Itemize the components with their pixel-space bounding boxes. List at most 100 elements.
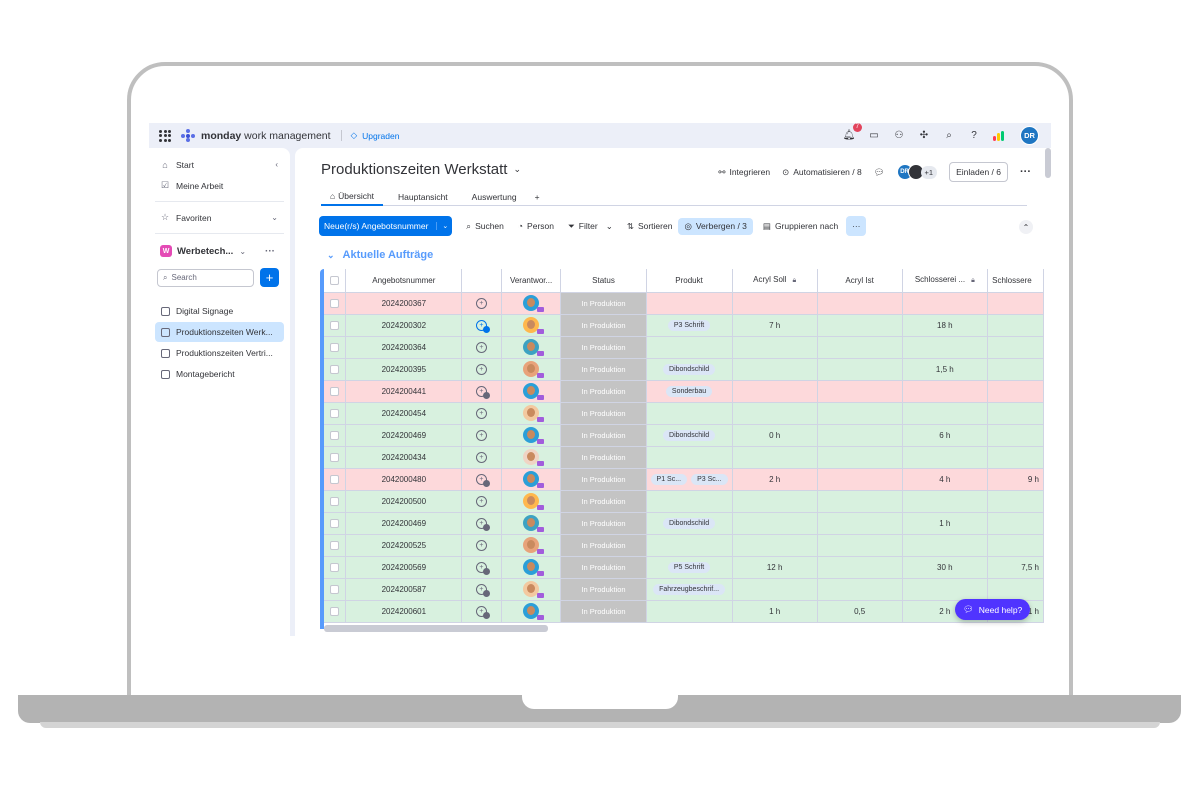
cell-angebotsnummer[interactable]: 2024200569: [345, 556, 463, 579]
cell-produkt[interactable]: [646, 446, 733, 469]
hide-columns-button[interactable]: ◎ Verbergen / 3: [678, 217, 753, 235]
group-header[interactable]: ⌄ Aktuelle Aufträge: [327, 249, 433, 261]
table-row[interactable]: 2042000480 + In Produktion P1 Sc... P3 Sc...…: [324, 468, 1044, 491]
cell-acryl-soll[interactable]: [732, 578, 818, 601]
cell-acryl-ist[interactable]: [817, 534, 903, 557]
row-checkbox[interactable]: [324, 468, 347, 491]
row-checkbox[interactable]: [324, 402, 347, 425]
table-row[interactable]: 2024200500 + In Produktion: [324, 490, 1044, 513]
cell-produkt[interactable]: [646, 490, 733, 513]
bell-icon[interactable]: 🔔︎ 7: [843, 123, 862, 142]
cell-schlosserei-soll[interactable]: [902, 380, 989, 403]
cell-angebotsnummer[interactable]: 2024200500: [345, 490, 463, 513]
cell-acryl-ist[interactable]: 0,5: [817, 600, 903, 623]
cell-schlosserei-ist[interactable]: [987, 380, 1044, 403]
add-update-icon[interactable]: +: [475, 517, 490, 531]
workspace-selector[interactable]: W Werbetech... ⌄ ···: [155, 239, 284, 263]
cell-produkt[interactable]: Dibondschild: [646, 358, 733, 381]
cell-updates[interactable]: +: [461, 292, 502, 315]
sort-button[interactable]: ⇅ Sortieren: [627, 221, 673, 232]
cell-status[interactable]: In Produktion: [560, 292, 647, 315]
row-checkbox[interactable]: [324, 380, 347, 403]
cell-verantwortlich[interactable]: [501, 336, 562, 359]
product-chip[interactable]: P3 Schrift: [667, 319, 711, 331]
cell-schlosserei-soll[interactable]: [902, 292, 989, 315]
cell-schlosserei-soll[interactable]: [902, 534, 989, 557]
row-checkbox[interactable]: [324, 314, 347, 337]
column-header-angebotsnummer[interactable]: Angebotsnummer: [345, 269, 463, 293]
cell-verantwortlich[interactable]: [501, 512, 562, 535]
add-update-icon[interactable]: +: [475, 583, 490, 597]
collapse-header-icon[interactable]: ⌃: [1019, 220, 1033, 234]
cell-acryl-soll[interactable]: 1 h: [732, 600, 818, 623]
cell-acryl-ist[interactable]: [817, 446, 903, 469]
row-checkbox[interactable]: [324, 424, 347, 447]
cell-produkt[interactable]: P1 Sc... P3 Sc...: [646, 468, 733, 491]
cell-schlosserei-soll[interactable]: [902, 490, 989, 513]
row-checkbox[interactable]: [324, 556, 347, 579]
cell-schlosserei-ist[interactable]: [987, 358, 1044, 381]
cell-updates[interactable]: +: [461, 424, 502, 447]
sidebar-search-input[interactable]: ⌕ Search: [157, 268, 254, 287]
cell-updates[interactable]: +: [461, 578, 502, 601]
cell-updates[interactable]: +: [461, 512, 502, 535]
cell-angebotsnummer[interactable]: 2024200302: [345, 314, 463, 337]
cell-status[interactable]: In Produktion: [560, 534, 647, 557]
chevron-down-icon[interactable]: ⌄: [436, 222, 448, 230]
column-header-verantwortlich[interactable]: Verantwor...: [501, 269, 562, 293]
cell-angebotsnummer[interactable]: 2024200364: [345, 336, 463, 359]
cell-updates[interactable]: +: [461, 402, 502, 425]
cell-acryl-ist[interactable]: [817, 380, 903, 403]
cell-status[interactable]: In Produktion: [560, 424, 647, 447]
add-update-icon[interactable]: +: [475, 561, 490, 575]
column-header-acryl-ist[interactable]: Acryl Ist: [817, 269, 903, 293]
sidebar-board-produktionszeiten-vertrieb[interactable]: Produktionszeiten Vertri...: [155, 343, 284, 363]
cell-schlosserei-soll[interactable]: 30 h: [902, 556, 989, 579]
cell-acryl-ist[interactable]: [817, 468, 903, 491]
cell-acryl-soll[interactable]: 0 h: [732, 424, 818, 447]
add-update-icon[interactable]: +: [475, 385, 490, 399]
cell-schlosserei-ist[interactable]: [987, 534, 1044, 557]
cell-angebotsnummer[interactable]: 2024200395: [345, 358, 463, 381]
add-update-icon[interactable]: +: [475, 341, 487, 353]
column-header-produkt[interactable]: Produkt: [646, 269, 733, 293]
cell-status[interactable]: In Produktion: [560, 512, 647, 535]
vertical-scrollbar[interactable]: [1045, 148, 1051, 178]
table-row[interactable]: 2024200569 + In Produktion P5 Schrift 12 h 30…: [324, 556, 1044, 579]
cell-acryl-soll[interactable]: [732, 380, 818, 403]
row-checkbox[interactable]: [324, 358, 347, 381]
add-update-icon[interactable]: +: [475, 605, 490, 619]
product-chip[interactable]: P1 Sc...: [650, 473, 688, 485]
cell-produkt[interactable]: Dibondschild: [646, 512, 733, 535]
sidebar-board-montagebericht[interactable]: Montagebericht: [155, 364, 284, 384]
cell-produkt[interactable]: Dibondschild: [646, 424, 733, 447]
cell-schlosserei-soll[interactable]: 18 h: [902, 314, 989, 337]
cell-acryl-ist[interactable]: [817, 292, 903, 315]
invite-button[interactable]: Einladen / 6: [949, 162, 1008, 182]
cell-verantwortlich[interactable]: [501, 424, 562, 447]
cell-produkt[interactable]: P5 Schrift: [646, 556, 733, 579]
cell-schlosserei-ist[interactable]: [987, 490, 1044, 513]
cell-acryl-ist[interactable]: [817, 336, 903, 359]
cell-verantwortlich[interactable]: [501, 292, 562, 315]
cell-updates[interactable]: +: [461, 468, 502, 491]
row-checkbox[interactable]: [324, 336, 347, 359]
product-chip[interactable]: Sonderbau: [665, 385, 713, 397]
table-row[interactable]: 2024200364 + In Produktion: [324, 336, 1044, 359]
cell-schlosserei-ist[interactable]: [987, 512, 1044, 535]
cell-angebotsnummer[interactable]: 2024200441: [345, 380, 463, 403]
row-checkbox[interactable]: [324, 490, 347, 513]
cell-angebotsnummer[interactable]: 2024200469: [345, 512, 463, 535]
cell-acryl-soll[interactable]: 2 h: [732, 468, 818, 491]
cell-produkt[interactable]: [646, 600, 733, 623]
cell-updates[interactable]: +: [461, 380, 502, 403]
add-update-icon[interactable]: +: [475, 473, 490, 487]
cell-verantwortlich[interactable]: [501, 402, 562, 425]
tab-uebersicht[interactable]: ⌂ Übersicht: [321, 188, 384, 206]
cell-schlosserei-ist[interactable]: 9 h: [987, 468, 1044, 491]
cell-verantwortlich[interactable]: [501, 490, 562, 513]
cell-verantwortlich[interactable]: [501, 380, 562, 403]
cell-status[interactable]: In Produktion: [560, 314, 647, 337]
cell-status[interactable]: In Produktion: [560, 556, 647, 579]
more-options-icon[interactable]: ···: [265, 246, 275, 257]
